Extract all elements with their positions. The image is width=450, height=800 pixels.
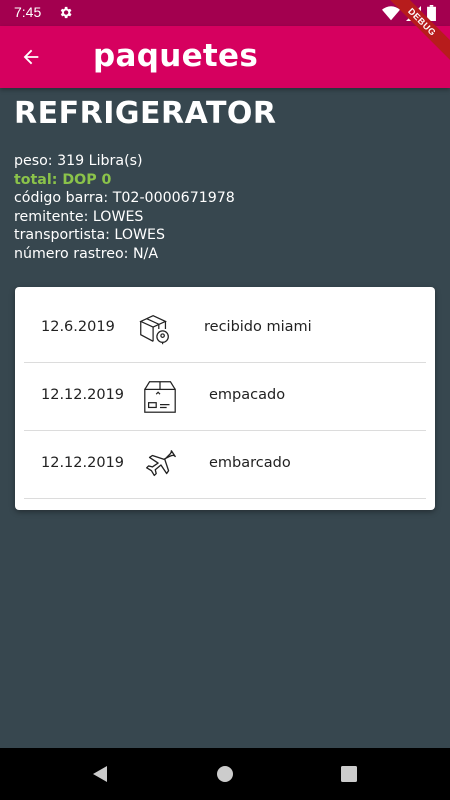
- timeline-date: 12.12.2019: [41, 455, 125, 471]
- airplane-icon: [146, 450, 176, 477]
- timeline-status: empacado: [209, 387, 286, 403]
- weight-text: peso: 319 Libra(s): [14, 153, 143, 169]
- package-name: REFRIGERATOR: [14, 96, 277, 131]
- barcode-text: código barra: T02-0000671978: [14, 190, 235, 207]
- sender-text: remitente: LOWES: [14, 208, 144, 225]
- total-text: total: DOP 0: [14, 171, 112, 188]
- settings-icon: [60, 6, 72, 19]
- box-icon: [144, 381, 176, 413]
- timeline-date: 12.6.2019: [41, 319, 115, 335]
- carrier-text: transportista: LOWES: [14, 227, 165, 244]
- home-circle-icon[interactable]: [213, 762, 237, 786]
- back-triangle-icon[interactable]: [88, 762, 112, 786]
- status-time: 7:45: [14, 4, 42, 20]
- battery-icon: [427, 5, 436, 21]
- signal-icon: [406, 5, 421, 21]
- timeline-status: recibido miami: [204, 319, 312, 335]
- tracking-number-text: número rastreo: N/A: [14, 245, 159, 262]
- system-nav-bar: [0, 748, 450, 800]
- timeline-row: 12.6.2019 recibido miami: [24, 295, 426, 363]
- package-info: peso: 319 Libra(s) total: DOP 0 código b…: [14, 152, 235, 264]
- page-title: paquetes: [93, 38, 259, 74]
- timeline-status: embarcado: [209, 455, 291, 471]
- status-bar: 7:45: [0, 0, 450, 26]
- app-bar: paquetes: [0, 26, 450, 88]
- timeline-date: 12.12.2019: [41, 387, 125, 403]
- timeline-row: 12.12.2019 empacado: [24, 363, 426, 431]
- package-location-icon: [139, 315, 169, 345]
- arrow-back-icon: [23, 49, 39, 65]
- wifi-icon: [382, 5, 400, 20]
- back-button[interactable]: [12, 38, 50, 76]
- recents-square-icon[interactable]: [337, 762, 361, 786]
- tracking-card: 12.6.2019 recibido miami 12.12.2019 empa…: [15, 287, 435, 510]
- timeline-row: 12.12.2019 embarcado: [24, 431, 426, 499]
